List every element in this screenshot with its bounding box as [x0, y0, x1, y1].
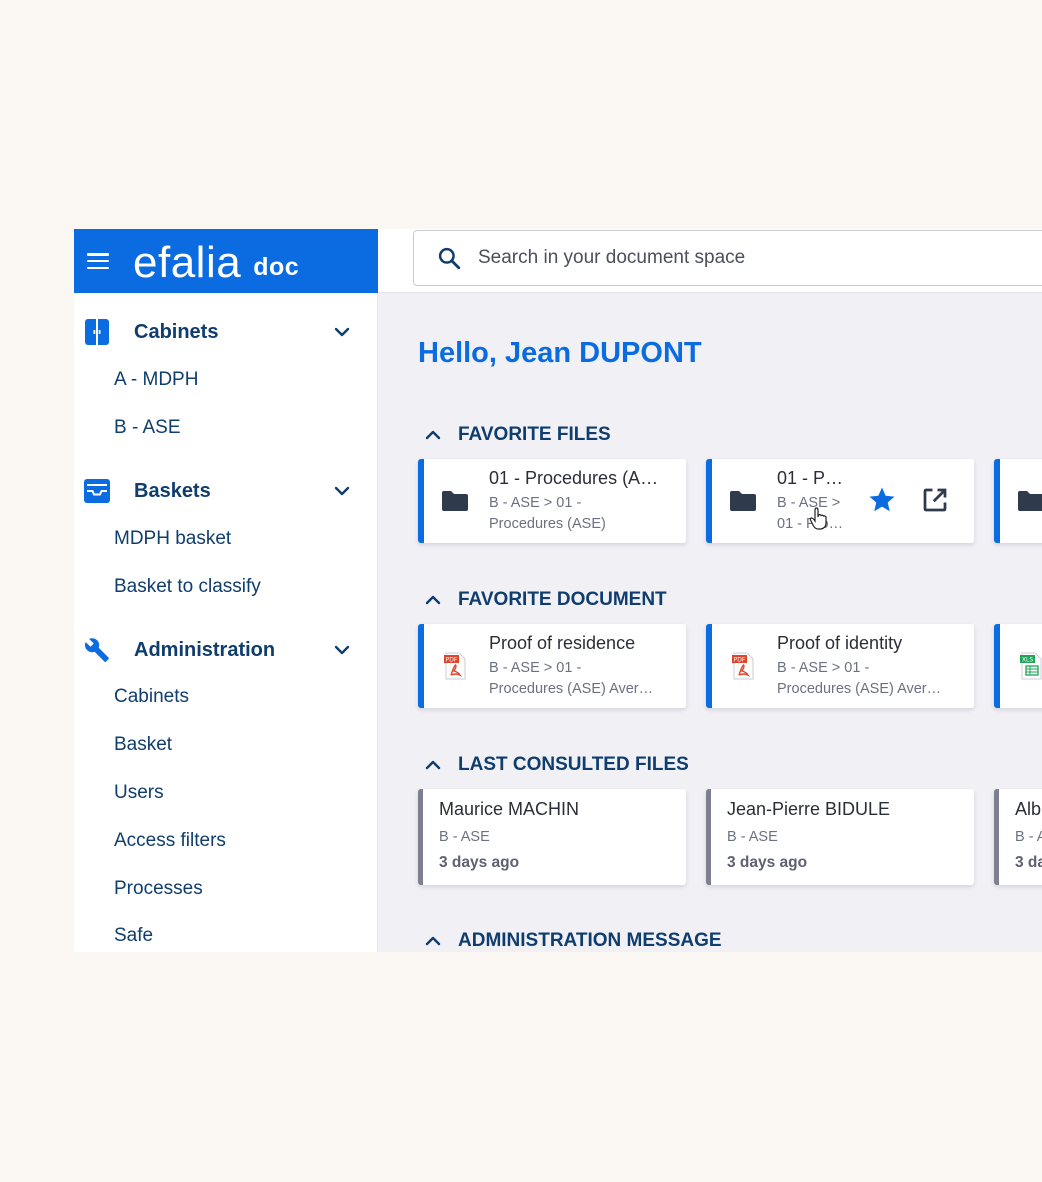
search-box[interactable] [413, 230, 1042, 286]
last-consulted-card[interactable]: Jean-Pierre BIDULE B - ASE 3 days ago [706, 789, 974, 885]
section-heading: FAVORITE DOCUMENT [458, 589, 667, 610]
wrench-icon [84, 637, 110, 663]
sidebar-item-b-ase[interactable]: B - ASE [114, 417, 181, 439]
hamburger-menu-icon[interactable] [87, 253, 109, 269]
inbox-icon [84, 478, 110, 504]
card-path-line: Procedures (ASE) Aver… [489, 681, 654, 697]
sidebar-section-cabinets[interactable]: Cabinets [74, 314, 378, 350]
sidebar-item-admin-cabinets[interactable]: Cabinets [114, 686, 189, 708]
sidebar-section-label: Cabinets [134, 320, 219, 343]
card-cabinet: B - ASE [727, 829, 778, 845]
favorite-file-card[interactable]: 01 - Procedures (A… B - ASE > 01 - Proce… [418, 459, 686, 543]
sidebar-section-label: Baskets [134, 479, 211, 502]
folder-icon [730, 491, 756, 511]
logo-product: doc [253, 253, 300, 281]
xls-icon: XLS [1020, 652, 1042, 680]
sidebar-item-processes[interactable]: Processes [114, 878, 203, 900]
svg-text:XLS: XLS [1022, 657, 1033, 664]
sidebar-item-mdph-basket[interactable]: MDPH basket [114, 528, 231, 550]
card-cabinet: B - A [1015, 829, 1042, 845]
app-window: efalia doc Cabinets A - MDPH B - ASE Bas… [74, 229, 1042, 952]
search-icon [438, 247, 461, 270]
card-path: B - ASE > 01 - Procedures (ASE) Aver… [489, 658, 653, 700]
favorite-document-card[interactable]: PDF Proof of residence B - ASE > 01 - Pr… [418, 624, 686, 708]
last-consulted-card[interactable]: Alb B - A 3 da [994, 789, 1042, 885]
pdf-icon: PDF [732, 652, 754, 680]
open-external-icon[interactable] [920, 485, 950, 515]
sidebar-section-administration[interactable]: Administration [74, 632, 378, 668]
page-title: Hello, Jean DUPONT [418, 337, 702, 369]
favorite-document-card[interactable]: PDF Proof of identity B - ASE > 01 - Pro… [706, 624, 974, 708]
sidebar-item-a-mdph[interactable]: A - MDPH [114, 369, 198, 391]
sidebar-item-admin-basket[interactable]: Basket [114, 734, 172, 756]
last-consulted-card[interactable]: Maurice MACHIN B - ASE 3 days ago [418, 789, 686, 885]
logo[interactable]: efalia doc [133, 238, 300, 287]
sidebar-item-users[interactable]: Users [114, 782, 164, 804]
section-administration-message[interactable]: ADMINISTRATION MESSAGE [424, 930, 722, 952]
card-timestamp: 3 da [1015, 854, 1042, 871]
chevron-down-icon[interactable] [332, 640, 352, 660]
section-heading: LAST CONSULTED FILES [458, 754, 689, 775]
chevron-down-icon[interactable] [332, 322, 352, 342]
chevron-up-icon [425, 760, 441, 770]
folder-icon [1018, 491, 1042, 511]
top-bar [378, 229, 1042, 293]
section-favorite-document[interactable]: FAVORITE DOCUMENT [424, 589, 667, 611]
card-title: 01 - Pr… [777, 468, 849, 488]
favorite-file-card[interactable]: 01 - Pr… B - ASE > 01 - Pro… [706, 459, 974, 543]
pdf-icon: PDF [444, 652, 466, 680]
card-path-line: Procedures (ASE) Aver… [777, 681, 942, 697]
card-title: Jean-Pierre BIDULE [727, 799, 891, 819]
card-path-line: B - ASE > 01 - [489, 495, 582, 511]
folder-icon [442, 491, 468, 511]
section-favorite-files[interactable]: FAVORITE FILES [424, 424, 611, 446]
section-heading: FAVORITE FILES [458, 424, 611, 445]
logo-name: efalia [133, 238, 242, 287]
card-path: B - ASE > 01 - Procedures (ASE) [489, 493, 606, 535]
card-path-line: Procedures (ASE) [489, 516, 606, 532]
hand-cursor-icon [809, 507, 827, 530]
cabinet-icon [84, 319, 110, 345]
svg-text:PDF: PDF [446, 657, 458, 664]
card-path-line: B - ASE > 01 - [489, 660, 582, 676]
sidebar: Cabinets A - MDPH B - ASE Baskets MDPH b… [74, 293, 378, 952]
favorite-document-card[interactable]: XLS [994, 624, 1042, 708]
card-timestamp: 3 days ago [439, 854, 520, 871]
section-last-consulted-files[interactable]: LAST CONSULTED FILES [424, 754, 689, 776]
card-cabinet: B - ASE [439, 829, 490, 845]
card-path: B - ASE > 01 - Procedures (ASE) Aver… [777, 658, 941, 700]
card-title: Proof of residence [489, 633, 636, 653]
section-heading: ADMINISTRATION MESSAGE [458, 930, 722, 951]
brand-bar: efalia doc [74, 229, 378, 293]
card-title: Maurice MACHIN [439, 799, 580, 819]
sidebar-section-label: Administration [134, 638, 276, 661]
search-input[interactable] [478, 247, 998, 269]
favorite-file-card[interactable] [994, 459, 1042, 543]
card-path-line: B - ASE > 01 - [777, 660, 870, 676]
sidebar-item-safe[interactable]: Safe [114, 925, 153, 947]
sidebar-item-basket-to-classify[interactable]: Basket to classify [114, 576, 261, 598]
sidebar-item-access-filters[interactable]: Access filters [114, 830, 226, 852]
chevron-down-icon[interactable] [332, 481, 352, 501]
card-title: 01 - Procedures (A… [489, 468, 659, 488]
sidebar-section-baskets[interactable]: Baskets [74, 473, 378, 509]
card-title: Alb [1015, 799, 1042, 819]
star-icon[interactable] [867, 485, 897, 515]
card-title: Proof of identity [777, 633, 903, 653]
chevron-up-icon [425, 430, 441, 440]
chevron-up-icon [425, 936, 441, 946]
svg-text:PDF: PDF [734, 657, 746, 664]
card-timestamp: 3 days ago [727, 854, 808, 871]
chevron-up-icon [425, 595, 441, 605]
